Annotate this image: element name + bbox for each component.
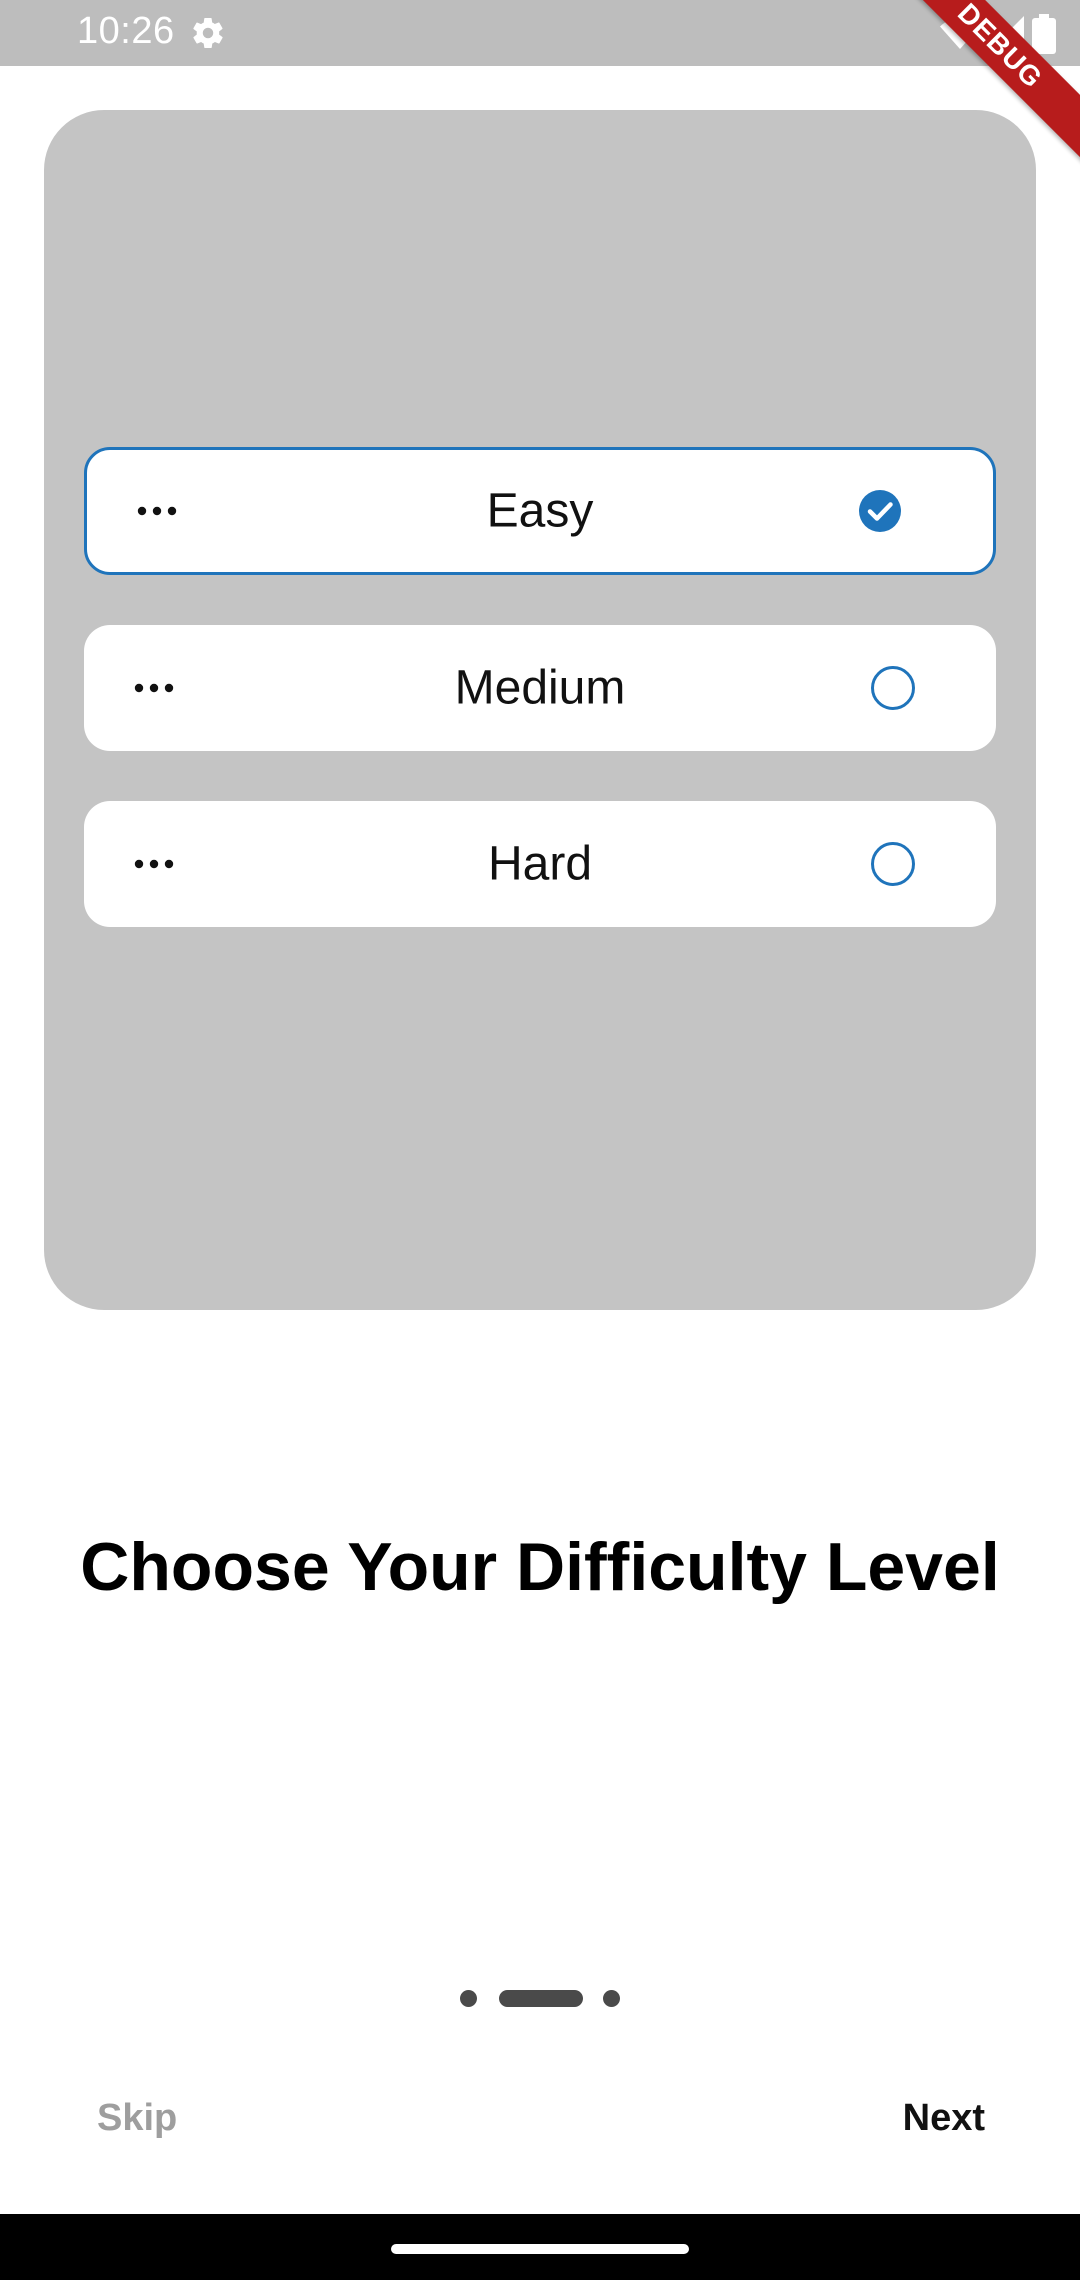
check-circle-icon[interactable] — [857, 488, 903, 534]
home-indicator[interactable] — [391, 2244, 689, 2254]
gear-icon — [193, 17, 223, 49]
option-label: Hard — [487, 837, 593, 891]
page-indicator — [0, 1988, 1080, 2010]
radio-unselected-icon[interactable] — [870, 841, 916, 887]
difficulty-card: Easy Medium Hard — [44, 110, 1036, 1310]
onboarding-screen: 10:26 DEBUG Easy Medium Hard Choose Your… — [0, 0, 1080, 2280]
option-medium[interactable]: Medium — [84, 625, 996, 751]
skip-button[interactable]: Skip — [97, 2097, 177, 2140]
next-button[interactable]: Next — [903, 2097, 985, 2140]
radio-unselected-icon[interactable] — [870, 665, 916, 711]
battery-icon — [1032, 14, 1056, 54]
status-bar: 10:26 DEBUG — [0, 0, 1080, 168]
page-dot[interactable] — [603, 1990, 620, 2007]
option-hard[interactable]: Hard — [84, 801, 996, 927]
page-title: Choose Your Difficulty Level — [80, 1529, 1000, 1605]
status-time: 10:26 — [77, 10, 175, 52]
page-dot[interactable] — [460, 1990, 477, 2007]
option-easy[interactable]: Easy — [84, 447, 996, 575]
navigation-bar — [0, 2214, 1080, 2280]
option-label: Medium — [454, 661, 626, 715]
page-dot-active[interactable] — [499, 1990, 583, 2007]
